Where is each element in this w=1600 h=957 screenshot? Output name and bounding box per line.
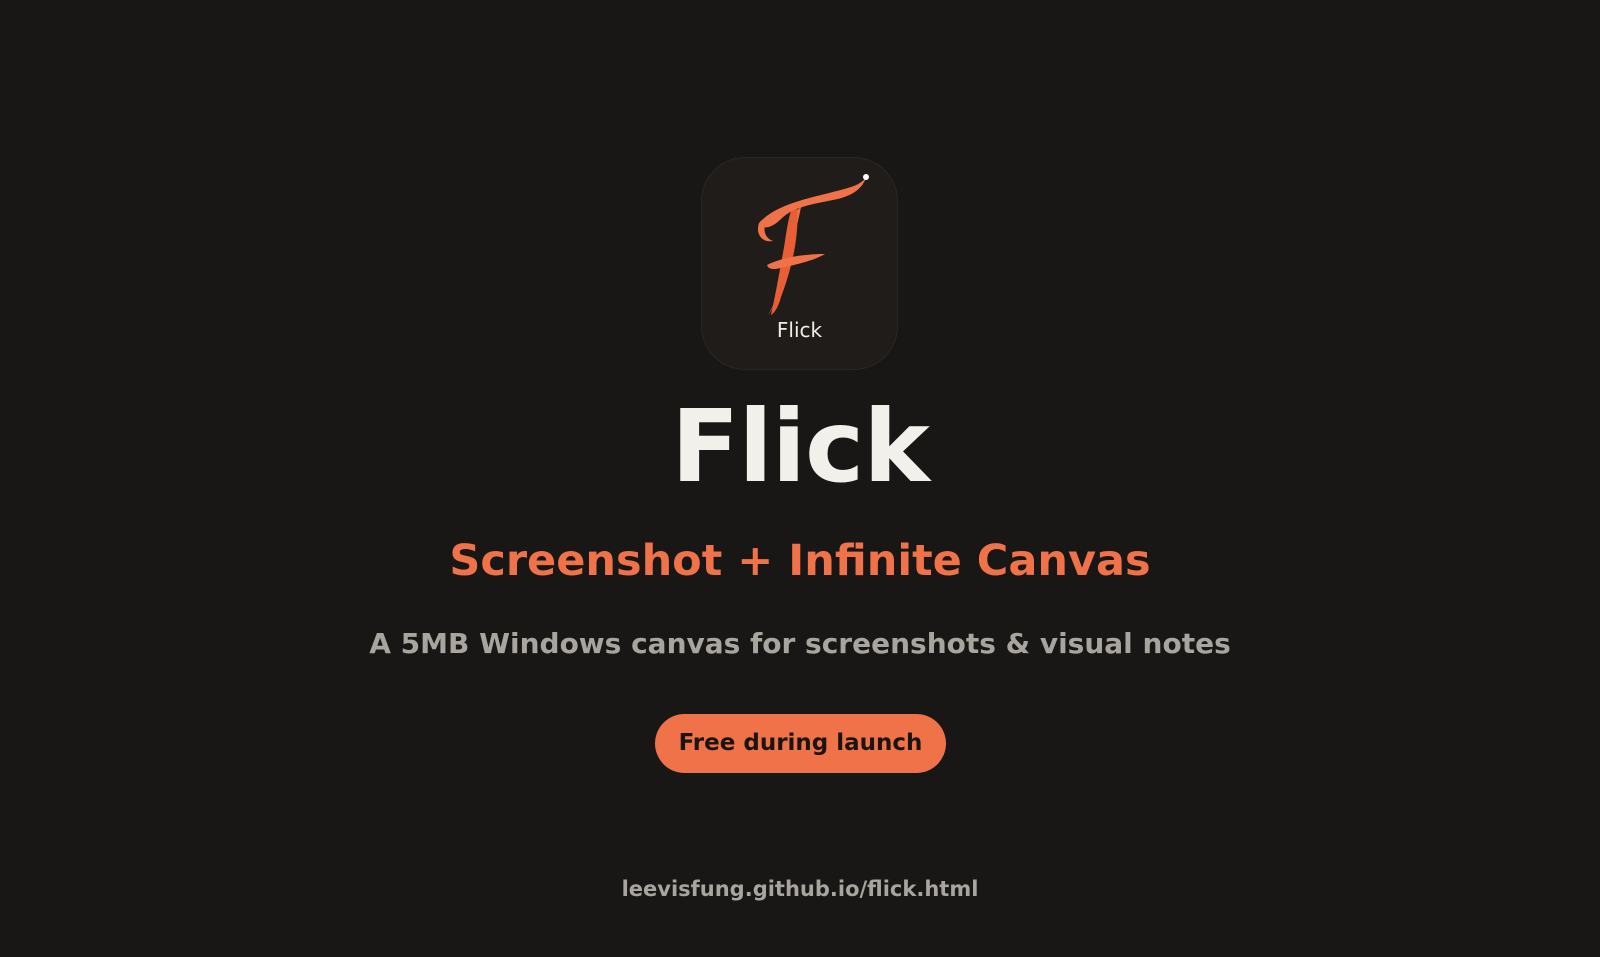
subtitle: A 5MB Windows canvas for screenshots & v… — [369, 627, 1231, 660]
tagline: Screenshot + Infinite Canvas — [449, 536, 1151, 586]
app-icon: Flick — [701, 157, 898, 370]
free-during-launch-button[interactable]: Free during launch — [655, 714, 946, 773]
app-icon-label: Flick — [776, 318, 823, 342]
landing-page: Flick Flick Screenshot + Infinite Canvas… — [0, 0, 1600, 957]
page-title: Flick — [671, 388, 930, 505]
footer-url-link[interactable]: leevisfung.github.io/flick.html — [0, 874, 1600, 904]
